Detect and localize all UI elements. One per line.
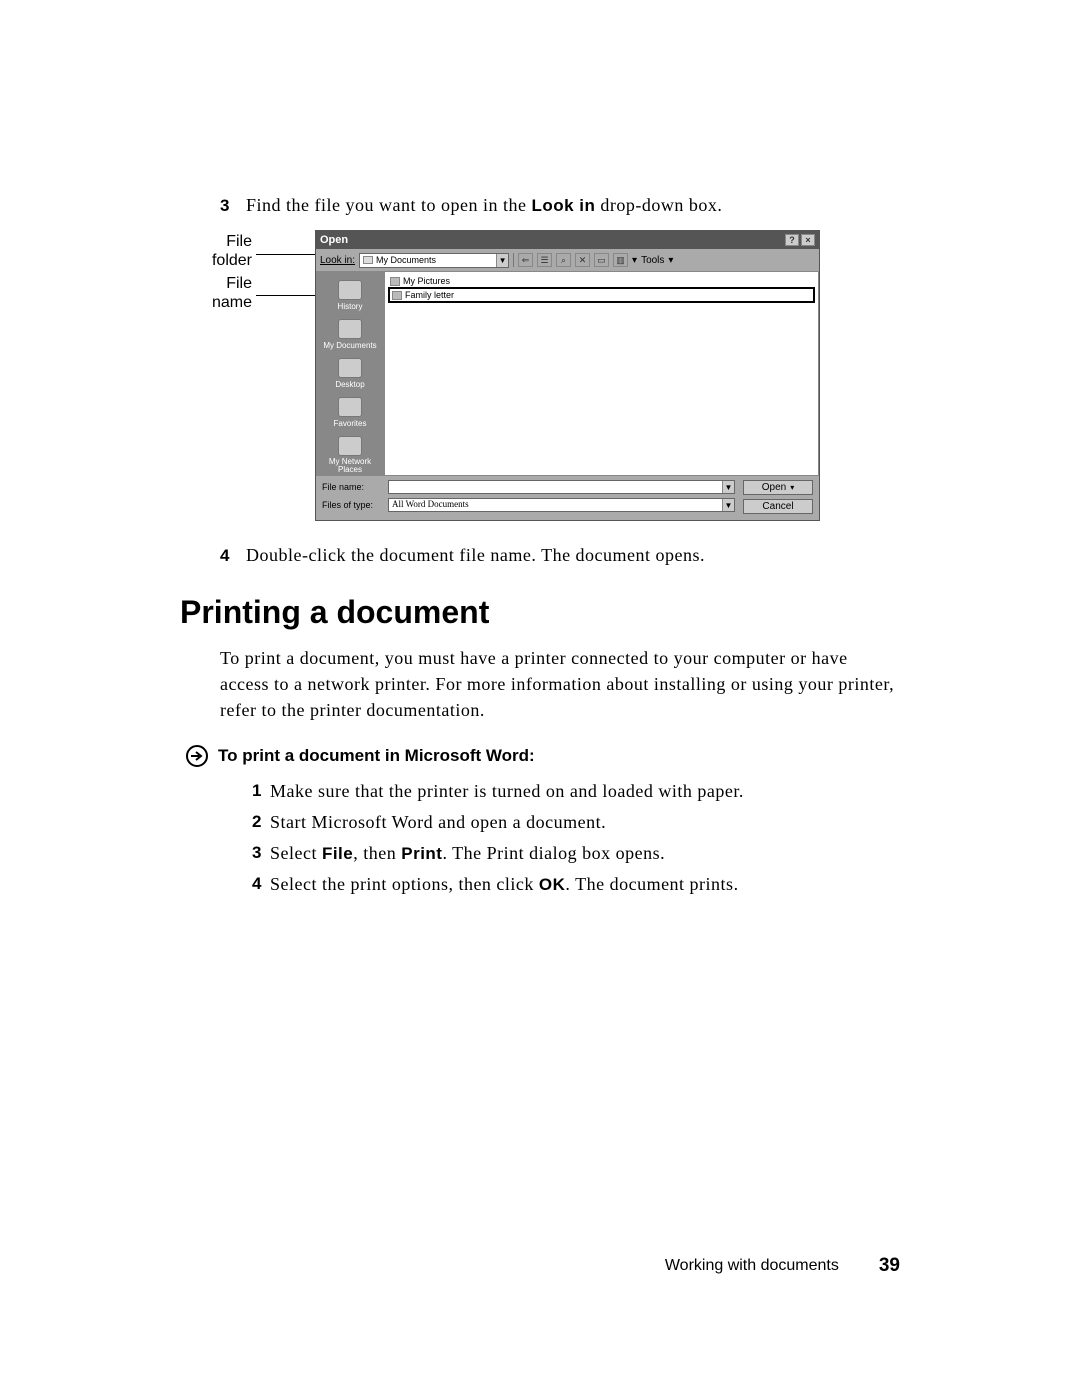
folder-icon [363, 256, 373, 264]
dialog-toolbar: Look in: My Documents ▼ ⇐ ☰ ⌕ ✕ ▭ ▥ ▾ To… [316, 249, 819, 271]
filetype-label: Files of type: [322, 500, 382, 510]
tools-menu[interactable]: Tools [641, 255, 664, 266]
callout-file-folder: Filefolder [200, 232, 252, 270]
print-step-1: 1 Make sure that the printer is turned o… [252, 781, 900, 802]
print-steps: 1 Make sure that the printer is turned o… [252, 781, 900, 895]
place-desktop[interactable]: Desktop [316, 355, 384, 394]
folder-icon [390, 277, 400, 286]
new-folder-button[interactable]: ▭ [594, 253, 609, 267]
place-history[interactable]: History [316, 277, 384, 316]
place-my-network[interactable]: My Network Places [316, 433, 384, 479]
step-4: 4Double-click the document file name. Th… [220, 545, 900, 566]
step-text-post: drop-down box. [595, 195, 722, 215]
place-my-documents[interactable]: My Documents [316, 316, 384, 355]
place-favorites[interactable]: Favorites [316, 394, 384, 433]
procedure-heading-row: To print a document in Microsoft Word: [186, 745, 900, 767]
step-number: 4 [220, 546, 246, 566]
lookin-value: My Documents [376, 255, 436, 265]
chevron-down-icon: ▼ [496, 254, 508, 267]
section-heading: Printing a document [180, 594, 900, 631]
up-button[interactable]: ☰ [537, 253, 552, 267]
delete-button[interactable]: ✕ [575, 253, 590, 267]
dialog-bottom: File name: ▼ Files of type: All Word Doc… [316, 476, 819, 520]
section-paragraph: To print a document, you must have a pri… [220, 645, 900, 723]
filetype-dropdown[interactable]: All Word Documents ▼ [388, 498, 735, 512]
step-text-bold: Look in [531, 196, 595, 215]
list-item[interactable]: Family letter [388, 287, 815, 303]
document-icon [392, 291, 402, 300]
places-bar: History My Documents Desktop Favorites [316, 271, 384, 476]
folder-icon [338, 319, 362, 339]
page-footer: Working with documents 39 [665, 1255, 900, 1277]
print-step-2: 2 Start Microsoft Word and open a docume… [252, 812, 900, 833]
filename-input[interactable]: ▼ [388, 480, 735, 494]
lookin-label: Look in: [320, 255, 355, 266]
procedure-heading: To print a document in Microsoft Word: [218, 746, 535, 766]
step-number: 3 [220, 196, 246, 216]
lookin-dropdown[interactable]: My Documents ▼ [359, 253, 509, 268]
views-button[interactable]: ▥ [613, 253, 628, 267]
chevron-down-icon: ▼ [722, 499, 734, 511]
cancel-button[interactable]: Cancel [743, 499, 813, 514]
callout-file-name: Filename [200, 274, 252, 312]
footer-chapter: Working with documents [665, 1257, 839, 1275]
arrow-right-icon [186, 745, 208, 767]
step-text-pre: Find the file you want to open in the [246, 195, 531, 215]
print-step-3: 3 Select File, then Print. The Print dia… [252, 843, 900, 864]
network-icon [338, 436, 362, 456]
desktop-icon [338, 358, 362, 378]
dialog-titlebar: Open ? × [316, 231, 819, 249]
dialog-title: Open [320, 234, 348, 246]
step-3: 3Find the file you want to open in the L… [220, 195, 900, 216]
print-step-4: 4 Select the print options, then click O… [252, 874, 900, 895]
filename-label: File name: [322, 482, 382, 492]
favorites-icon [338, 397, 362, 417]
open-button[interactable]: Open▾ [743, 480, 813, 495]
back-button[interactable]: ⇐ [518, 253, 533, 267]
list-item[interactable]: My Pictures [388, 275, 815, 287]
file-list[interactable]: My Pictures Family letter [384, 271, 819, 476]
open-dialog: Open ? × Look in: My Documents ▼ ⇐ ☰ ⌕ ✕… [315, 230, 820, 521]
search-button[interactable]: ⌕ [556, 253, 571, 267]
close-button[interactable]: × [801, 234, 815, 246]
chevron-down-icon: ▼ [722, 481, 734, 493]
footer-page-number: 39 [879, 1255, 900, 1277]
help-button[interactable]: ? [785, 234, 799, 246]
step-text: Double-click the document file name. The… [246, 545, 705, 565]
history-icon [338, 280, 362, 300]
open-dialog-screenshot: Filefolder Filename Open ? × Look in: My… [180, 230, 900, 515]
